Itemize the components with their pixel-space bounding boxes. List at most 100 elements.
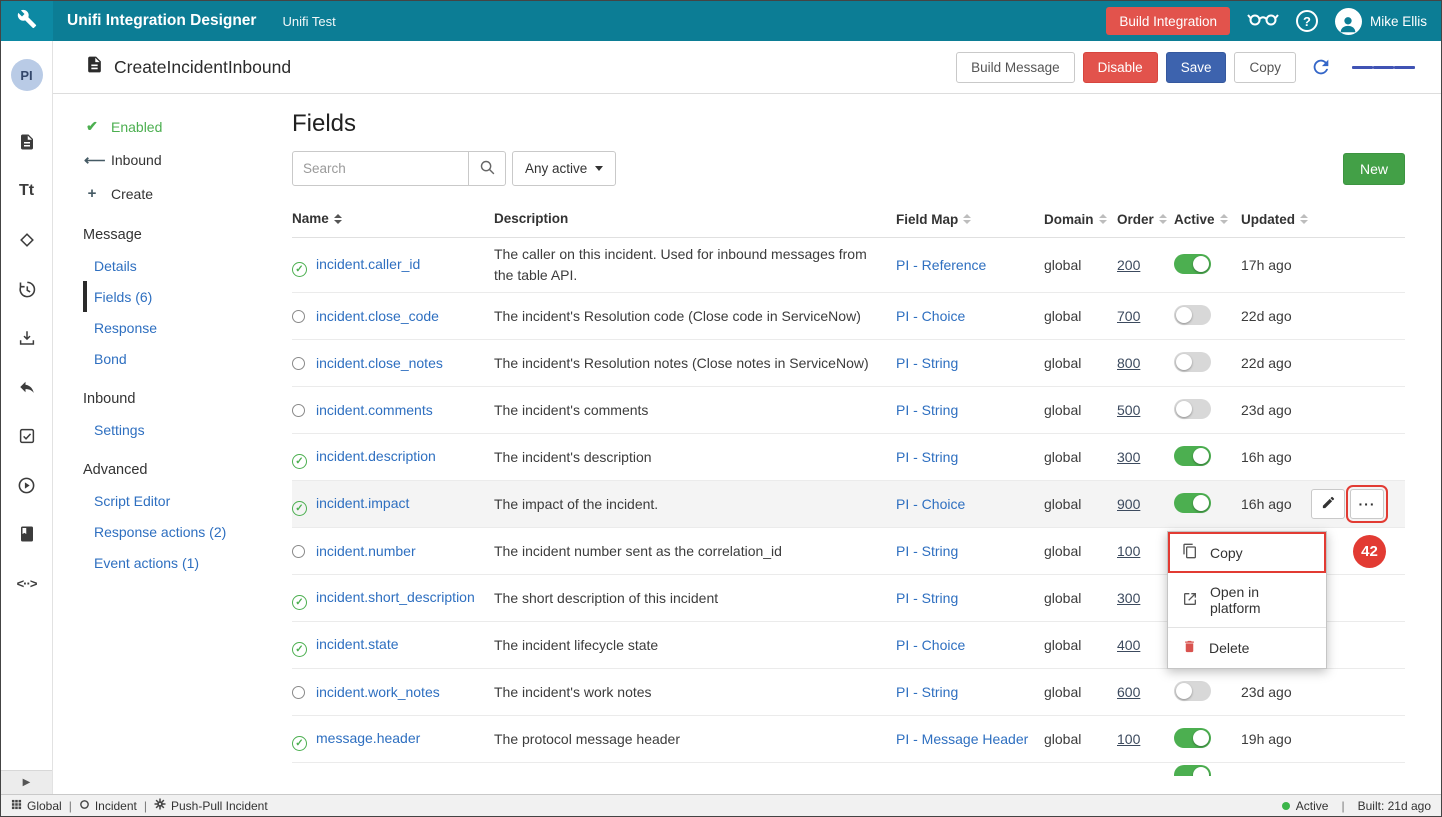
field-order-link[interactable]: 100 — [1117, 543, 1140, 559]
active-toggle[interactable] — [1174, 399, 1211, 419]
nav-item-response[interactable]: Response — [53, 312, 266, 343]
field-order-link[interactable]: 700 — [1117, 308, 1140, 324]
active-toggle[interactable] — [1174, 254, 1211, 274]
table-row[interactable]: incident.work_notes The incident's work … — [292, 669, 1405, 716]
environment-name[interactable]: Unifi Test — [282, 14, 335, 29]
field-name-link[interactable]: incident.impact — [316, 495, 409, 511]
nav-item-create[interactable]: + Create — [53, 177, 266, 210]
field-name-link[interactable]: incident.description — [316, 448, 436, 464]
search-input[interactable] — [292, 151, 469, 186]
nav-item-response-actions[interactable]: Response actions (2) — [53, 516, 266, 547]
field-order-link[interactable]: 400 — [1117, 637, 1140, 653]
build-integration-button[interactable]: Build Integration — [1106, 7, 1230, 35]
play-circle-icon[interactable] — [16, 474, 38, 496]
diamond-icon[interactable] — [16, 229, 38, 251]
build-message-button[interactable]: Build Message — [956, 52, 1075, 83]
menu-item-copy[interactable]: Copy — [1168, 532, 1326, 573]
active-toggle[interactable] — [1174, 765, 1211, 776]
field-name-link[interactable]: incident.short_description — [316, 589, 475, 605]
table-row[interactable]: incident.close_code The incident's Resol… — [292, 293, 1405, 340]
field-name-link[interactable]: incident.close_notes — [316, 355, 443, 371]
field-map-link[interactable]: PI - String — [896, 449, 958, 465]
field-order-link[interactable]: 200 — [1117, 257, 1140, 273]
field-order-link[interactable]: 900 — [1117, 496, 1140, 512]
document-icon[interactable] — [16, 131, 38, 153]
field-map-link[interactable]: PI - String — [896, 590, 958, 606]
field-order-link[interactable]: 500 — [1117, 402, 1140, 418]
book-icon[interactable] — [16, 523, 38, 545]
field-name-link[interactable]: incident.caller_id — [316, 256, 420, 272]
statusbar-global[interactable]: Global — [11, 799, 62, 813]
nav-item-script-editor[interactable]: Script Editor — [53, 485, 266, 516]
field-map-link[interactable]: PI - String — [896, 355, 958, 371]
disable-button[interactable]: Disable — [1083, 52, 1158, 83]
search-button[interactable] — [469, 151, 506, 186]
edit-button[interactable] — [1311, 489, 1345, 519]
reply-icon[interactable] — [16, 376, 38, 398]
table-row[interactable]: ✓incident.description The incident's des… — [292, 434, 1405, 481]
column-header-updated[interactable]: Updated — [1241, 212, 1311, 227]
nav-item-bond[interactable]: Bond — [53, 343, 266, 374]
new-button[interactable]: New — [1343, 153, 1405, 185]
table-row[interactable]: incident.comments The incident's comment… — [292, 387, 1405, 434]
code-icon[interactable]: <··> — [16, 572, 38, 594]
table-row[interactable]: ✓message.header The protocol message hea… — [292, 716, 1405, 763]
field-name-link[interactable]: incident.comments — [316, 402, 433, 418]
integration-avatar[interactable]: PI — [11, 59, 43, 91]
nav-item-enabled[interactable]: ✔ Enabled — [53, 110, 266, 143]
history-icon[interactable] — [16, 278, 38, 300]
nav-item-fields[interactable]: Fields (6) — [83, 281, 266, 312]
spectacles-icon[interactable] — [1247, 11, 1279, 32]
column-header-order[interactable]: Order — [1117, 212, 1174, 227]
field-map-link[interactable]: PI - Choice — [896, 308, 965, 324]
nav-item-settings[interactable]: Settings — [53, 414, 266, 445]
statusbar-incident[interactable]: Incident — [79, 799, 137, 813]
text-format-icon[interactable]: Tt — [16, 180, 38, 202]
field-map-link[interactable]: PI - Choice — [896, 496, 965, 512]
table-row[interactable]: ✓incident.impact The impact of the incid… — [292, 481, 1405, 528]
statusbar-push-pull-incident[interactable]: Push-Pull Incident — [154, 798, 268, 813]
active-toggle[interactable] — [1174, 728, 1211, 748]
field-map-link[interactable]: PI - Message Header — [896, 731, 1028, 747]
field-name-link[interactable]: message.header — [316, 730, 420, 746]
copy-button[interactable]: Copy — [1234, 52, 1296, 83]
field-name-link[interactable]: incident.close_code — [316, 308, 439, 324]
column-header-field-map[interactable]: Field Map — [896, 212, 1044, 227]
nav-item-event-actions[interactable]: Event actions (1) — [53, 547, 266, 578]
menu-item-delete[interactable]: Delete — [1168, 627, 1326, 668]
download-icon[interactable] — [16, 327, 38, 349]
column-header-name[interactable]: Name — [292, 209, 494, 229]
table-row[interactable]: ✓incident.caller_id The caller on this i… — [292, 238, 1405, 293]
active-filter-dropdown[interactable]: Any active — [512, 151, 616, 186]
active-toggle[interactable] — [1174, 305, 1211, 325]
field-order-link[interactable]: 600 — [1117, 684, 1140, 700]
active-toggle[interactable] — [1174, 493, 1211, 513]
expand-rail-button[interactable]: ▶ — [1, 770, 52, 794]
field-name-link[interactable]: incident.work_notes — [316, 684, 440, 700]
nav-item-details[interactable]: Details — [53, 250, 266, 281]
nav-item-inbound[interactable]: ⟵ Inbound — [53, 143, 266, 177]
field-map-link[interactable]: PI - String — [896, 684, 958, 700]
menu-item-open-in-platform[interactable]: Open in platform — [1168, 573, 1326, 627]
field-map-link[interactable]: PI - Choice — [896, 637, 965, 653]
user-menu[interactable]: Mike Ellis — [1335, 8, 1427, 35]
active-toggle[interactable] — [1174, 681, 1211, 701]
active-toggle[interactable] — [1174, 352, 1211, 372]
task-check-icon[interactable] — [16, 425, 38, 447]
refresh-icon[interactable] — [1304, 56, 1338, 78]
field-map-link[interactable]: PI - String — [896, 402, 958, 418]
field-order-link[interactable]: 300 — [1117, 449, 1140, 465]
active-toggle[interactable] — [1174, 446, 1211, 466]
menu-icon[interactable] — [1346, 62, 1421, 72]
row-menu-button[interactable]: ··· — [1350, 489, 1384, 519]
table-row[interactable]: ··· — [292, 763, 1405, 776]
field-order-link[interactable]: 100 — [1117, 731, 1140, 747]
app-logo[interactable] — [1, 1, 53, 41]
table-row[interactable]: incident.close_notes The incident's Reso… — [292, 340, 1405, 387]
field-map-link[interactable]: PI - String — [896, 543, 958, 559]
field-order-link[interactable]: 300 — [1117, 590, 1140, 606]
field-map-link[interactable]: PI - Reference — [896, 257, 986, 273]
field-name-link[interactable]: incident.state — [316, 636, 399, 652]
field-order-link[interactable]: 800 — [1117, 355, 1140, 371]
save-button[interactable]: Save — [1166, 52, 1227, 83]
